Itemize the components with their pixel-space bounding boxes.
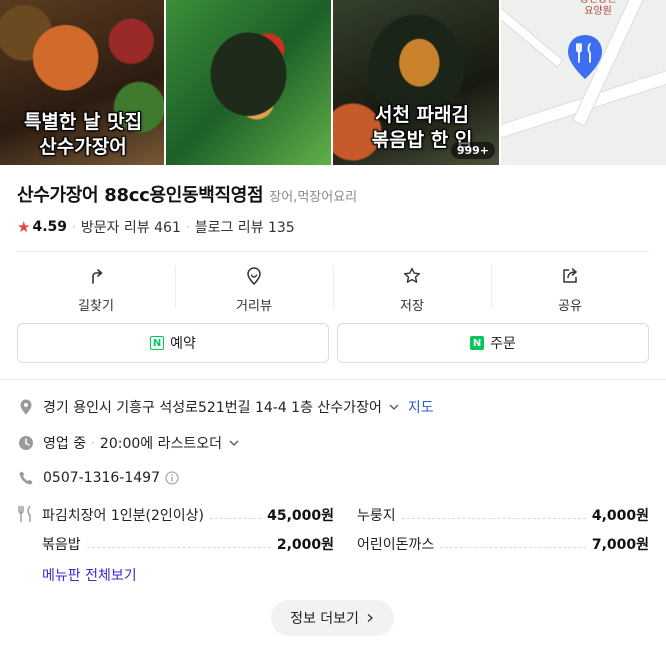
phone-row: 0507-1316-1497 [17, 469, 179, 487]
menu-item-price: 45,000원 [267, 508, 334, 524]
clock-icon [19, 436, 33, 450]
menu-item-name: 파김치장어 1인분(2인이상) [42, 508, 204, 524]
menu-item-name: 볶음밥 [42, 537, 81, 553]
open-status: 영업 중 [43, 436, 87, 452]
save-label: 저장 [400, 299, 424, 314]
order-button[interactable]: N 주문 [337, 323, 649, 363]
share-icon [563, 268, 577, 283]
address-row: 경기 용인시 기흥구 석성로521번길 14-4 1층 산수가장어 지도 [17, 397, 434, 417]
menu-item-name: 어린이돈까스 [357, 537, 435, 553]
order-label: 주문 [490, 336, 516, 352]
review-stats: ★ 4.59 · 방문자 리뷰 461 · 블로그 리뷰 135 [17, 217, 295, 237]
menu-item[interactable]: 어린이돈까스 7,000원 [357, 534, 649, 554]
map-road [501, 2, 564, 68]
divider [17, 251, 649, 252]
naver-order-icon: N [470, 336, 485, 350]
menu-leader [210, 517, 262, 519]
map-link[interactable]: 지도 [408, 397, 434, 417]
menu-item-name: 누룽지 [357, 508, 396, 524]
view-full-menu-link[interactable]: 메뉴판 전체보기 [42, 565, 137, 585]
menu-leader [440, 546, 586, 548]
map-thumbnail[interactable]: 용인동인 요양원 [501, 0, 666, 165]
share-label: 공유 [558, 299, 582, 314]
more-info-button[interactable]: 정보 더보기 [271, 600, 394, 636]
map-place-label: 용인동인 요양원 [580, 0, 617, 17]
directions-button[interactable]: 길찾기 [17, 258, 175, 316]
street-view-button[interactable]: 거리뷰 [175, 258, 333, 316]
separator-dot: · [185, 220, 190, 234]
separator-dot: · [91, 436, 95, 450]
photo-strip: 특별한 날 맛집 산수가장어 서천 파래김 볶음밥 한 입 999+ 용인동인 … [0, 0, 666, 165]
booking-row: N 예약 N 주문 [17, 323, 649, 363]
naver-reserve-icon: N [150, 336, 165, 350]
chevron-right-icon [367, 614, 373, 622]
blog-reviews-link[interactable]: 블로그 리뷰 135 [195, 217, 295, 237]
map-pin-icon [568, 35, 602, 79]
star-icon: ★ [17, 218, 31, 236]
location-icon [20, 399, 32, 415]
info-icon[interactable] [165, 471, 179, 485]
place-title-row: 산수가장어 88cc용인동백직영점 장어,먹장어요리 [17, 181, 357, 207]
street-view-icon [247, 267, 261, 286]
last-order-text: 20:00에 라스트오더 [99, 436, 222, 452]
reserve-label: 예약 [170, 336, 196, 352]
directions-icon [92, 269, 103, 284]
separator-dot: · [72, 220, 76, 234]
photo-1[interactable]: 특별한 날 맛집 산수가장어 [0, 0, 164, 165]
menu-item-price: 2,000원 [276, 537, 334, 553]
photo-2[interactable] [166, 0, 331, 165]
place-category: 장어,먹장어요리 [269, 190, 358, 205]
phone-number[interactable]: 0507-1316-1497 [43, 470, 160, 486]
more-info-label: 정보 더보기 [290, 611, 359, 627]
street-view-label: 거리뷰 [236, 299, 272, 314]
action-bar: 길찾기 거리뷰 저장 공유 [17, 258, 649, 316]
save-button[interactable]: 저장 [333, 258, 491, 316]
menu-item[interactable]: 볶음밥 2,000원 [42, 534, 334, 554]
menu-leader [86, 546, 271, 548]
place-name: 산수가장어 88cc용인동백직영점 [17, 185, 264, 206]
menu-item[interactable]: 파김치장어 1인분(2인이상) 45,000원 [42, 505, 334, 525]
visitor-reviews-link[interactable]: 방문자 리뷰 461 [81, 217, 181, 237]
menu-item-price: 4,000원 [591, 508, 649, 524]
photo-caption: 특별한 날 맛집 산수가장어 [23, 111, 143, 158]
section-divider [0, 379, 666, 380]
share-button[interactable]: 공유 [491, 258, 649, 316]
reserve-button[interactable]: N 예약 [17, 323, 329, 363]
chevron-down-icon[interactable] [228, 437, 240, 449]
hours-row[interactable]: 영업 중 · 20:00에 라스트오더 [17, 433, 240, 453]
photo-3[interactable]: 서천 파래김 볶음밥 한 입 999+ [333, 0, 499, 165]
photo-count-badge: 999+ [450, 142, 495, 159]
menu-item-price: 7,000원 [591, 537, 649, 553]
rating-value: 4.59 [32, 219, 67, 235]
fork-knife-icon [18, 505, 31, 523]
address-text[interactable]: 경기 용인시 기흥구 석성로521번길 14-4 1층 산수가장어 [43, 397, 382, 417]
menu-item[interactable]: 누룽지 4,000원 [357, 505, 649, 525]
star-outline-icon [404, 267, 420, 283]
phone-icon [19, 471, 33, 485]
chevron-down-icon[interactable] [388, 401, 400, 413]
directions-label: 길찾기 [78, 299, 114, 314]
menu-leader [401, 517, 586, 519]
